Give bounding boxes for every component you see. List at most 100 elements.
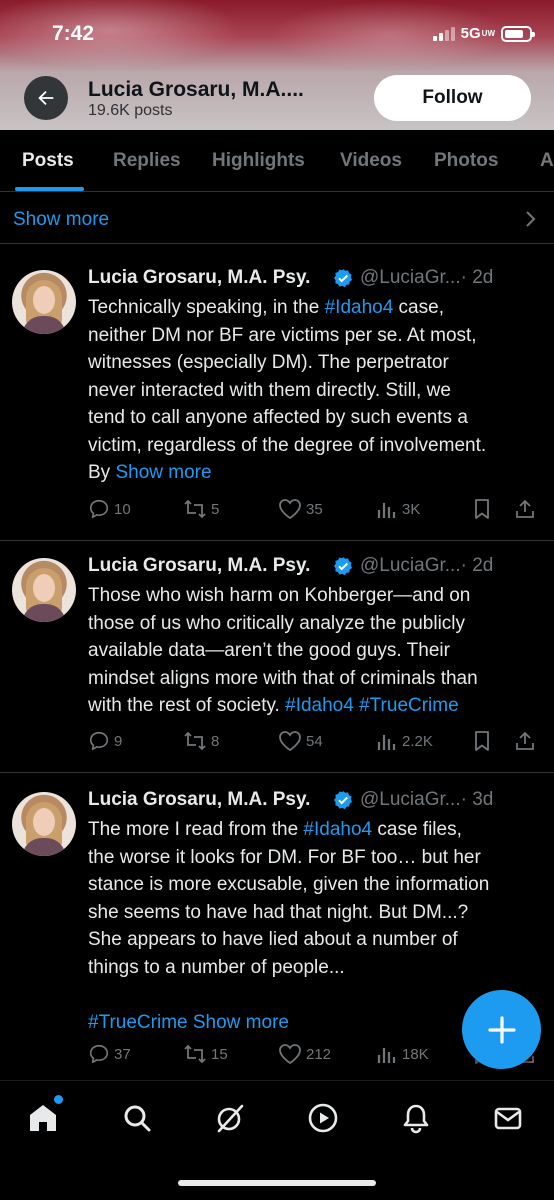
post-link[interactable]: #Idaho4 #TrueCrime — [285, 695, 459, 716]
post-text-segment: By — [88, 462, 116, 483]
post-text-line: with the rest of society. #Idaho4 #TrueC… — [88, 692, 548, 720]
views-button[interactable]: 3K — [376, 498, 420, 520]
tab-posts[interactable]: Posts — [22, 150, 74, 172]
post-link[interactable]: #Idaho4 — [303, 819, 372, 840]
post-text-segment: Those who wish harm on Kohberger—and on — [88, 585, 471, 606]
share-button[interactable] — [514, 498, 536, 520]
share-icon — [514, 730, 536, 752]
like-count: 54 — [306, 732, 323, 750]
post-text-line: Those who wish harm on Kohberger—and on — [88, 582, 548, 610]
post-text-line: victim, regardless of the degree of invo… — [88, 432, 548, 460]
views-button[interactable]: 2.2K — [376, 730, 433, 752]
follow-button[interactable]: Follow — [374, 75, 531, 121]
profile-header: 7:42 5G UW Lucia Grosaru, M.A.... 19.6K … — [0, 0, 554, 130]
show-more-row[interactable]: Show more — [0, 193, 554, 244]
search-icon[interactable] — [120, 1101, 154, 1135]
post-text-segment: neither DM nor BF are victims per se. At… — [88, 324, 477, 346]
home-icon[interactable] — [26, 1101, 60, 1135]
repost-icon — [183, 498, 207, 520]
post-text-segment: with the rest of society. — [88, 695, 286, 716]
post-handle[interactable]: @LuciaGr...· 2d — [360, 555, 493, 577]
tab-highlights[interactable]: Highlights — [212, 150, 305, 172]
post-text-line: those of us who critically analyze the p… — [88, 610, 548, 638]
post-link[interactable]: #TrueCrime Show more — [88, 1012, 289, 1033]
like-button[interactable]: 212 — [278, 1043, 331, 1065]
post-text-segment: victim, regardless of the degree of invo… — [88, 434, 487, 456]
post-text-line: witnesses (especially DM). The perpetrat… — [88, 349, 548, 377]
post-text-line: neither DM nor BF are victims per se. At… — [88, 322, 548, 350]
reply-button[interactable]: 9 — [88, 730, 122, 752]
avatar[interactable] — [12, 270, 76, 334]
post-text-segment: stance is more excusable, given the info… — [88, 874, 490, 895]
bookmark-button[interactable] — [472, 730, 492, 752]
status-icons: 5G UW — [432, 25, 535, 42]
reply-count: 10 — [114, 500, 131, 518]
reply-icon — [88, 1043, 110, 1065]
post-text-segment: witnesses (especially DM). The perpetrat… — [88, 352, 449, 373]
post-author[interactable]: Lucia Grosaru, M.A. Psy. — [88, 267, 310, 289]
post-handle[interactable]: @LuciaGr...· 2d — [360, 267, 493, 289]
post-text-segment: tend to call anyone affected by such eve… — [88, 407, 468, 428]
post-link[interactable]: Show more — [115, 462, 211, 483]
post-text-line: The more I read from the #Idaho4 case fi… — [88, 816, 548, 844]
post-text-segment: mindset aligns more with that of crimina… — [88, 667, 478, 689]
grok-icon[interactable] — [213, 1101, 247, 1135]
post-actions: 9 8 54 2.2K — [88, 730, 540, 756]
post-text-segment: those of us who critically analyze the p… — [88, 612, 466, 634]
back-button[interactable] — [24, 76, 68, 120]
profile-name: Lucia Grosaru, M.A.... — [88, 78, 304, 101]
post-time: · 3d — [460, 789, 494, 810]
repost-button[interactable]: 5 — [183, 498, 219, 520]
bookmark-button[interactable] — [472, 498, 492, 520]
repost-button[interactable]: 15 — [183, 1043, 228, 1065]
post-text-line: tend to call anyone affected by such eve… — [88, 404, 548, 432]
post-author[interactable]: Lucia Grosaru, M.A. Psy. — [88, 789, 310, 811]
post-text-line: she seems to have had that night. But DM… — [88, 899, 548, 927]
repost-icon — [183, 730, 207, 752]
tab-photos[interactable]: Photos — [434, 150, 498, 172]
post[interactable]: Lucia Grosaru, M.A. Psy. @LuciaGr...· 2d T… — [0, 245, 554, 541]
signal-icon — [432, 26, 455, 41]
verified-badge-icon — [333, 268, 353, 288]
avatar[interactable] — [12, 558, 76, 622]
share-button[interactable] — [514, 730, 536, 752]
views-button[interactable]: 18K — [376, 1043, 429, 1065]
post-link[interactable]: #Idaho4 — [325, 297, 394, 318]
post-actions: 10 5 35 3K — [88, 498, 540, 524]
bookmark-icon — [472, 730, 492, 752]
profile-tabs: Posts Replies Highlights Videos Photos A — [0, 130, 554, 192]
post-text-line: stance is more excusable, given the info… — [88, 871, 548, 899]
view-count: 3K — [402, 500, 421, 518]
tab-videos[interactable]: Videos — [340, 150, 402, 172]
post-text-segment: She appears to have lied about a number … — [88, 929, 458, 950]
views-icon — [376, 498, 398, 520]
bookmark-icon — [472, 498, 492, 520]
post-text-line: the worse it looks for DM. For BF too… b… — [88, 844, 548, 872]
reply-button[interactable]: 37 — [88, 1043, 131, 1065]
tab-articles[interactable]: A — [540, 150, 554, 172]
repost-button[interactable]: 8 — [183, 730, 219, 752]
post-text-line: By Show more — [88, 459, 548, 487]
post-text-segment: never interacted with them directly. Sti… — [88, 379, 451, 401]
messages-icon[interactable] — [491, 1101, 525, 1135]
like-button[interactable]: 35 — [278, 498, 323, 520]
notifications-icon[interactable] — [399, 1101, 433, 1135]
post-text-segment: case files, — [372, 819, 462, 840]
handle-text: @LuciaGr... — [360, 789, 461, 810]
show-more-link[interactable]: Show more — [13, 209, 109, 231]
post-handle[interactable]: @LuciaGr...· 3d — [360, 789, 493, 811]
compose-button[interactable] — [462, 990, 541, 1069]
post[interactable]: Lucia Grosaru, M.A. Psy. @LuciaGr...· 2d T… — [0, 541, 554, 773]
post-text-segment: things to a number of people... — [88, 956, 345, 978]
avatar[interactable] — [12, 792, 76, 856]
post-author[interactable]: Lucia Grosaru, M.A. Psy. — [88, 555, 310, 577]
active-tab-indicator — [15, 187, 84, 191]
post-text-segment: she seems to have had that night. But DM… — [88, 901, 469, 923]
post-text-line: never interacted with them directly. Sti… — [88, 377, 548, 405]
like-button[interactable]: 54 — [278, 730, 323, 752]
video-icon[interactable] — [306, 1101, 340, 1135]
network-type: 5G — [460, 25, 481, 42]
handle-text: @LuciaGr... — [360, 555, 461, 576]
tab-replies[interactable]: Replies — [113, 150, 181, 172]
reply-button[interactable]: 10 — [88, 498, 131, 520]
